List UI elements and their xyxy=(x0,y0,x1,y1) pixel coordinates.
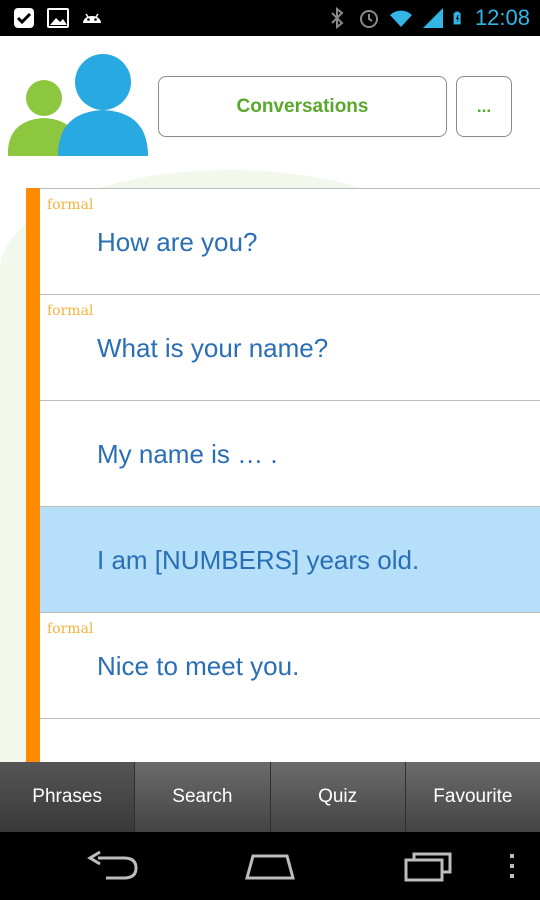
phrase-text: Nice to meet you. xyxy=(97,651,300,681)
system-nav-bar xyxy=(0,832,540,900)
phrase-text: I am [NUMBERS] years old. xyxy=(97,545,420,575)
phrase-item-selected[interactable]: I am [NUMBERS] years old. xyxy=(40,506,540,612)
image-notification-icon xyxy=(47,8,69,28)
battery-icon xyxy=(453,11,461,25)
clock: 12:08 xyxy=(474,5,530,30)
overflow-menu-icon[interactable] xyxy=(505,850,519,882)
notification-icons xyxy=(12,6,104,30)
status-bar: 12:08 xyxy=(0,0,540,36)
android-notification-icon xyxy=(83,13,101,23)
phrase-list[interactable]: formal How are you? formal What is your … xyxy=(26,188,540,762)
more-options-button[interactable]: ... xyxy=(456,76,512,137)
home-icon[interactable] xyxy=(243,850,297,882)
system-status-icons: 12:08 xyxy=(325,4,530,32)
recent-apps-icon[interactable] xyxy=(402,850,456,882)
alarm-icon xyxy=(359,10,378,28)
phrase-tag: formal xyxy=(47,197,94,213)
phrase-item[interactable]: formal What is your name? xyxy=(40,294,540,400)
phrase-text: How are you? xyxy=(97,227,258,257)
tab-quiz[interactable]: Quiz xyxy=(269,762,405,832)
tab-favourite[interactable]: Favourite xyxy=(404,762,540,832)
checkmark-notification-icon xyxy=(14,8,34,28)
back-icon[interactable] xyxy=(86,850,140,882)
accent-bar xyxy=(26,188,40,762)
bluetooth-icon xyxy=(331,6,344,30)
tab-bar: Phrases Search Quiz Favourite xyxy=(0,762,540,832)
phrase-text: My name is … . xyxy=(97,439,278,469)
phrase-item[interactable] xyxy=(40,718,540,762)
wifi-icon xyxy=(389,10,412,27)
tab-search[interactable]: Search xyxy=(134,762,270,832)
phrase-item[interactable]: My name is … . xyxy=(40,400,540,506)
phrase-text: What is your name? xyxy=(97,333,329,363)
phrase-tag: formal xyxy=(47,303,94,319)
signal-icon xyxy=(422,8,443,28)
phrase-tag: formal xyxy=(47,621,94,637)
tab-phrases[interactable]: Phrases xyxy=(0,762,135,832)
phrase-item[interactable]: formal Nice to meet you. xyxy=(40,612,540,718)
conversations-button[interactable]: Conversations xyxy=(158,76,447,137)
phrase-item[interactable]: formal How are you? xyxy=(40,188,540,294)
people-logo-icon xyxy=(8,54,148,156)
